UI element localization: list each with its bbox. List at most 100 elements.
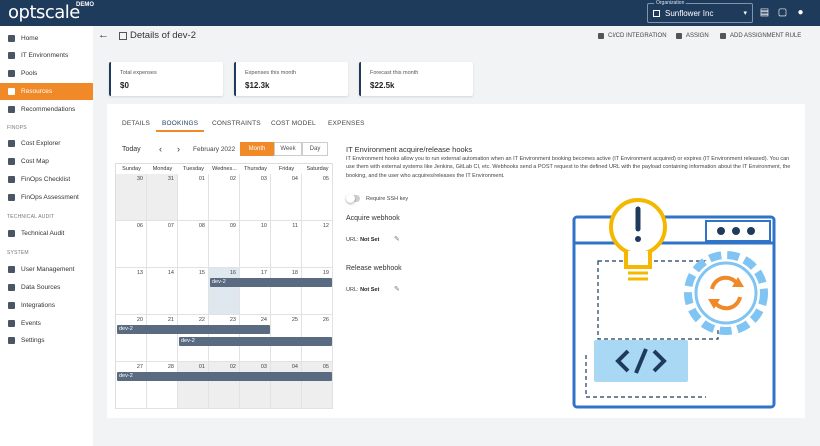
calendar-day-cell[interactable]: 14: [147, 268, 178, 315]
calendar-day-cell[interactable]: 03: [240, 362, 271, 409]
pools-icon: [8, 70, 15, 77]
calendar-day-cell[interactable]: 02: [209, 174, 240, 221]
calendar-day-cell[interactable]: 01: [178, 174, 209, 221]
day-number: 01: [198, 364, 205, 370]
calendar-day-cell[interactable]: 21: [147, 315, 178, 362]
calendar-day-cell[interactable]: 12: [302, 221, 333, 268]
assessment-icon: [8, 194, 15, 201]
sidebar-item-recommendations[interactable]: Recommendations: [0, 101, 93, 118]
section-system: SYSTEM: [7, 250, 29, 256]
require-ssh-key-toggle[interactable]: [346, 194, 360, 203]
day-number: 05: [322, 176, 329, 182]
day-number: 03: [260, 176, 267, 182]
users-icon: [8, 266, 15, 273]
calendar-day-cell[interactable]: 05: [302, 362, 333, 409]
booking-event[interactable]: dev-2: [117, 372, 332, 381]
tab-bookings[interactable]: BOOKINGS: [162, 120, 198, 127]
calendar-day-cell[interactable]: 09: [209, 221, 240, 268]
weekday-header: Sunday: [122, 166, 141, 172]
calendar-day-cell[interactable]: 08: [178, 221, 209, 268]
sidebar-item-resources[interactable]: Resources: [0, 83, 93, 100]
sidebar-item-it-environments[interactable]: IT Environments: [0, 47, 93, 64]
cloud-icon: [8, 284, 15, 291]
view-week-button[interactable]: Week: [274, 142, 302, 156]
sidebar-item-label: User Management: [21, 266, 75, 273]
sidebar-item-home[interactable]: Home: [0, 30, 93, 47]
booking-event[interactable]: dev-2: [179, 337, 332, 346]
assign-button[interactable]: ASSIGN: [676, 33, 709, 39]
user-icon[interactable]: ●: [795, 7, 806, 18]
calendar-day-cell[interactable]: 15: [178, 268, 209, 315]
calendar-day-cell[interactable]: 06: [116, 221, 147, 268]
chevron-right-icon[interactable]: ›: [177, 144, 180, 154]
app-logo[interactable]: optscale: [8, 2, 80, 23]
calendar-day-cell[interactable]: 10: [240, 221, 271, 268]
tab-details[interactable]: DETAILS: [122, 120, 150, 127]
calendar-day-cell[interactable]: 30: [116, 174, 147, 221]
sidebar-item-finops-assessment[interactable]: FinOps Assessment: [0, 189, 93, 206]
calendar-day-cell[interactable]: 31: [147, 174, 178, 221]
sidebar-item-cost-explorer[interactable]: Cost Explorer: [0, 135, 93, 152]
calendar-day-cell[interactable]: 01: [178, 362, 209, 409]
calendar-day-cell[interactable]: 28: [147, 362, 178, 409]
day-number: 17: [260, 270, 267, 276]
sidebar-item-label: Recommendations: [21, 106, 76, 113]
calendar-day-cell[interactable]: 17: [240, 268, 271, 315]
sidebar-item-events[interactable]: Events: [0, 315, 93, 332]
sidebar-item-technical-audit[interactable]: Technical Audit: [0, 225, 93, 242]
edit-acquire-webhook-icon[interactable]: ✎: [394, 235, 400, 243]
sidebar-item-user-management[interactable]: User Management: [0, 261, 93, 278]
cicd-integration-button[interactable]: CI/CD INTEGRATION: [598, 33, 667, 39]
calendar-day-cell[interactable]: 18: [271, 268, 302, 315]
card-value: $12.3k: [245, 81, 270, 90]
sidebar-item-pools[interactable]: Pools: [0, 65, 93, 82]
calendar-day-cell[interactable]: 04: [271, 174, 302, 221]
calendar-day-cell[interactable]: 03: [240, 174, 271, 221]
sidebar-item-settings[interactable]: Settings: [0, 332, 93, 349]
view-day-button[interactable]: Day: [302, 142, 328, 156]
today-button[interactable]: Today: [122, 146, 141, 153]
back-arrow-icon[interactable]: ←: [98, 29, 109, 41]
day-number: 20: [136, 317, 143, 323]
calendar-day-cell[interactable]: 11: [271, 221, 302, 268]
sidebar-item-label: Pools: [21, 70, 38, 77]
sidebar-item-label: IT Environments: [21, 52, 69, 59]
section-technical-audit: TECHNICAL AUDIT: [7, 214, 55, 220]
calendar-day-cell[interactable]: 13: [116, 268, 147, 315]
tab-constraints[interactable]: CONSTRAINTS: [212, 120, 261, 127]
day-number: 30: [136, 176, 143, 182]
feedback-icon[interactable]: ▢: [777, 7, 788, 18]
booking-event[interactable]: dev-2: [210, 278, 332, 287]
sidebar-item-data-sources[interactable]: Data Sources: [0, 279, 93, 296]
card-label: Forecast this month: [370, 70, 419, 76]
book-icon[interactable]: ▤: [759, 7, 770, 18]
calendar-day-cell[interactable]: 20: [116, 315, 147, 362]
section-finops: FINOPS: [7, 125, 27, 131]
sidebar-item-cost-map[interactable]: Cost Map: [0, 153, 93, 170]
calendar-day-cell[interactable]: 19: [302, 268, 333, 315]
sidebar-item-label: Integrations: [21, 302, 55, 309]
calendar-day-cell[interactable]: 04: [271, 362, 302, 409]
calendar-day-cell[interactable]: 02: [209, 362, 240, 409]
sidebar-item-integrations[interactable]: Integrations: [0, 297, 93, 314]
add-assignment-rule-button[interactable]: ADD ASSIGNMENT RULE: [720, 33, 801, 39]
day-number: 05: [322, 364, 329, 370]
calendar-day-cell[interactable]: 05: [302, 174, 333, 221]
cost-map-icon: [8, 158, 15, 165]
require-ssh-key-label: Require SSH key: [366, 196, 409, 202]
organization-label: Organization: [654, 0, 687, 6]
day-number: 25: [291, 317, 298, 323]
home-icon: [8, 35, 15, 42]
day-number: 31: [167, 176, 174, 182]
view-month-button[interactable]: Month: [240, 142, 274, 156]
calendar-day-cell[interactable]: 07: [147, 221, 178, 268]
sidebar-item-finops-checklist[interactable]: FinOps Checklist: [0, 171, 93, 188]
booking-event[interactable]: dev-2: [117, 325, 270, 334]
chevron-left-icon[interactable]: ‹: [159, 144, 162, 154]
tab-cost-model[interactable]: COST MODEL: [271, 120, 316, 127]
tab-expenses[interactable]: EXPENSES: [328, 120, 365, 127]
edit-release-webhook-icon[interactable]: ✎: [394, 285, 400, 293]
calendar-day-cell[interactable]: 16: [209, 268, 240, 315]
organization-selector[interactable]: Organization Sunflower Inc ▾: [647, 0, 753, 23]
calendar-day-cell[interactable]: 27: [116, 362, 147, 409]
